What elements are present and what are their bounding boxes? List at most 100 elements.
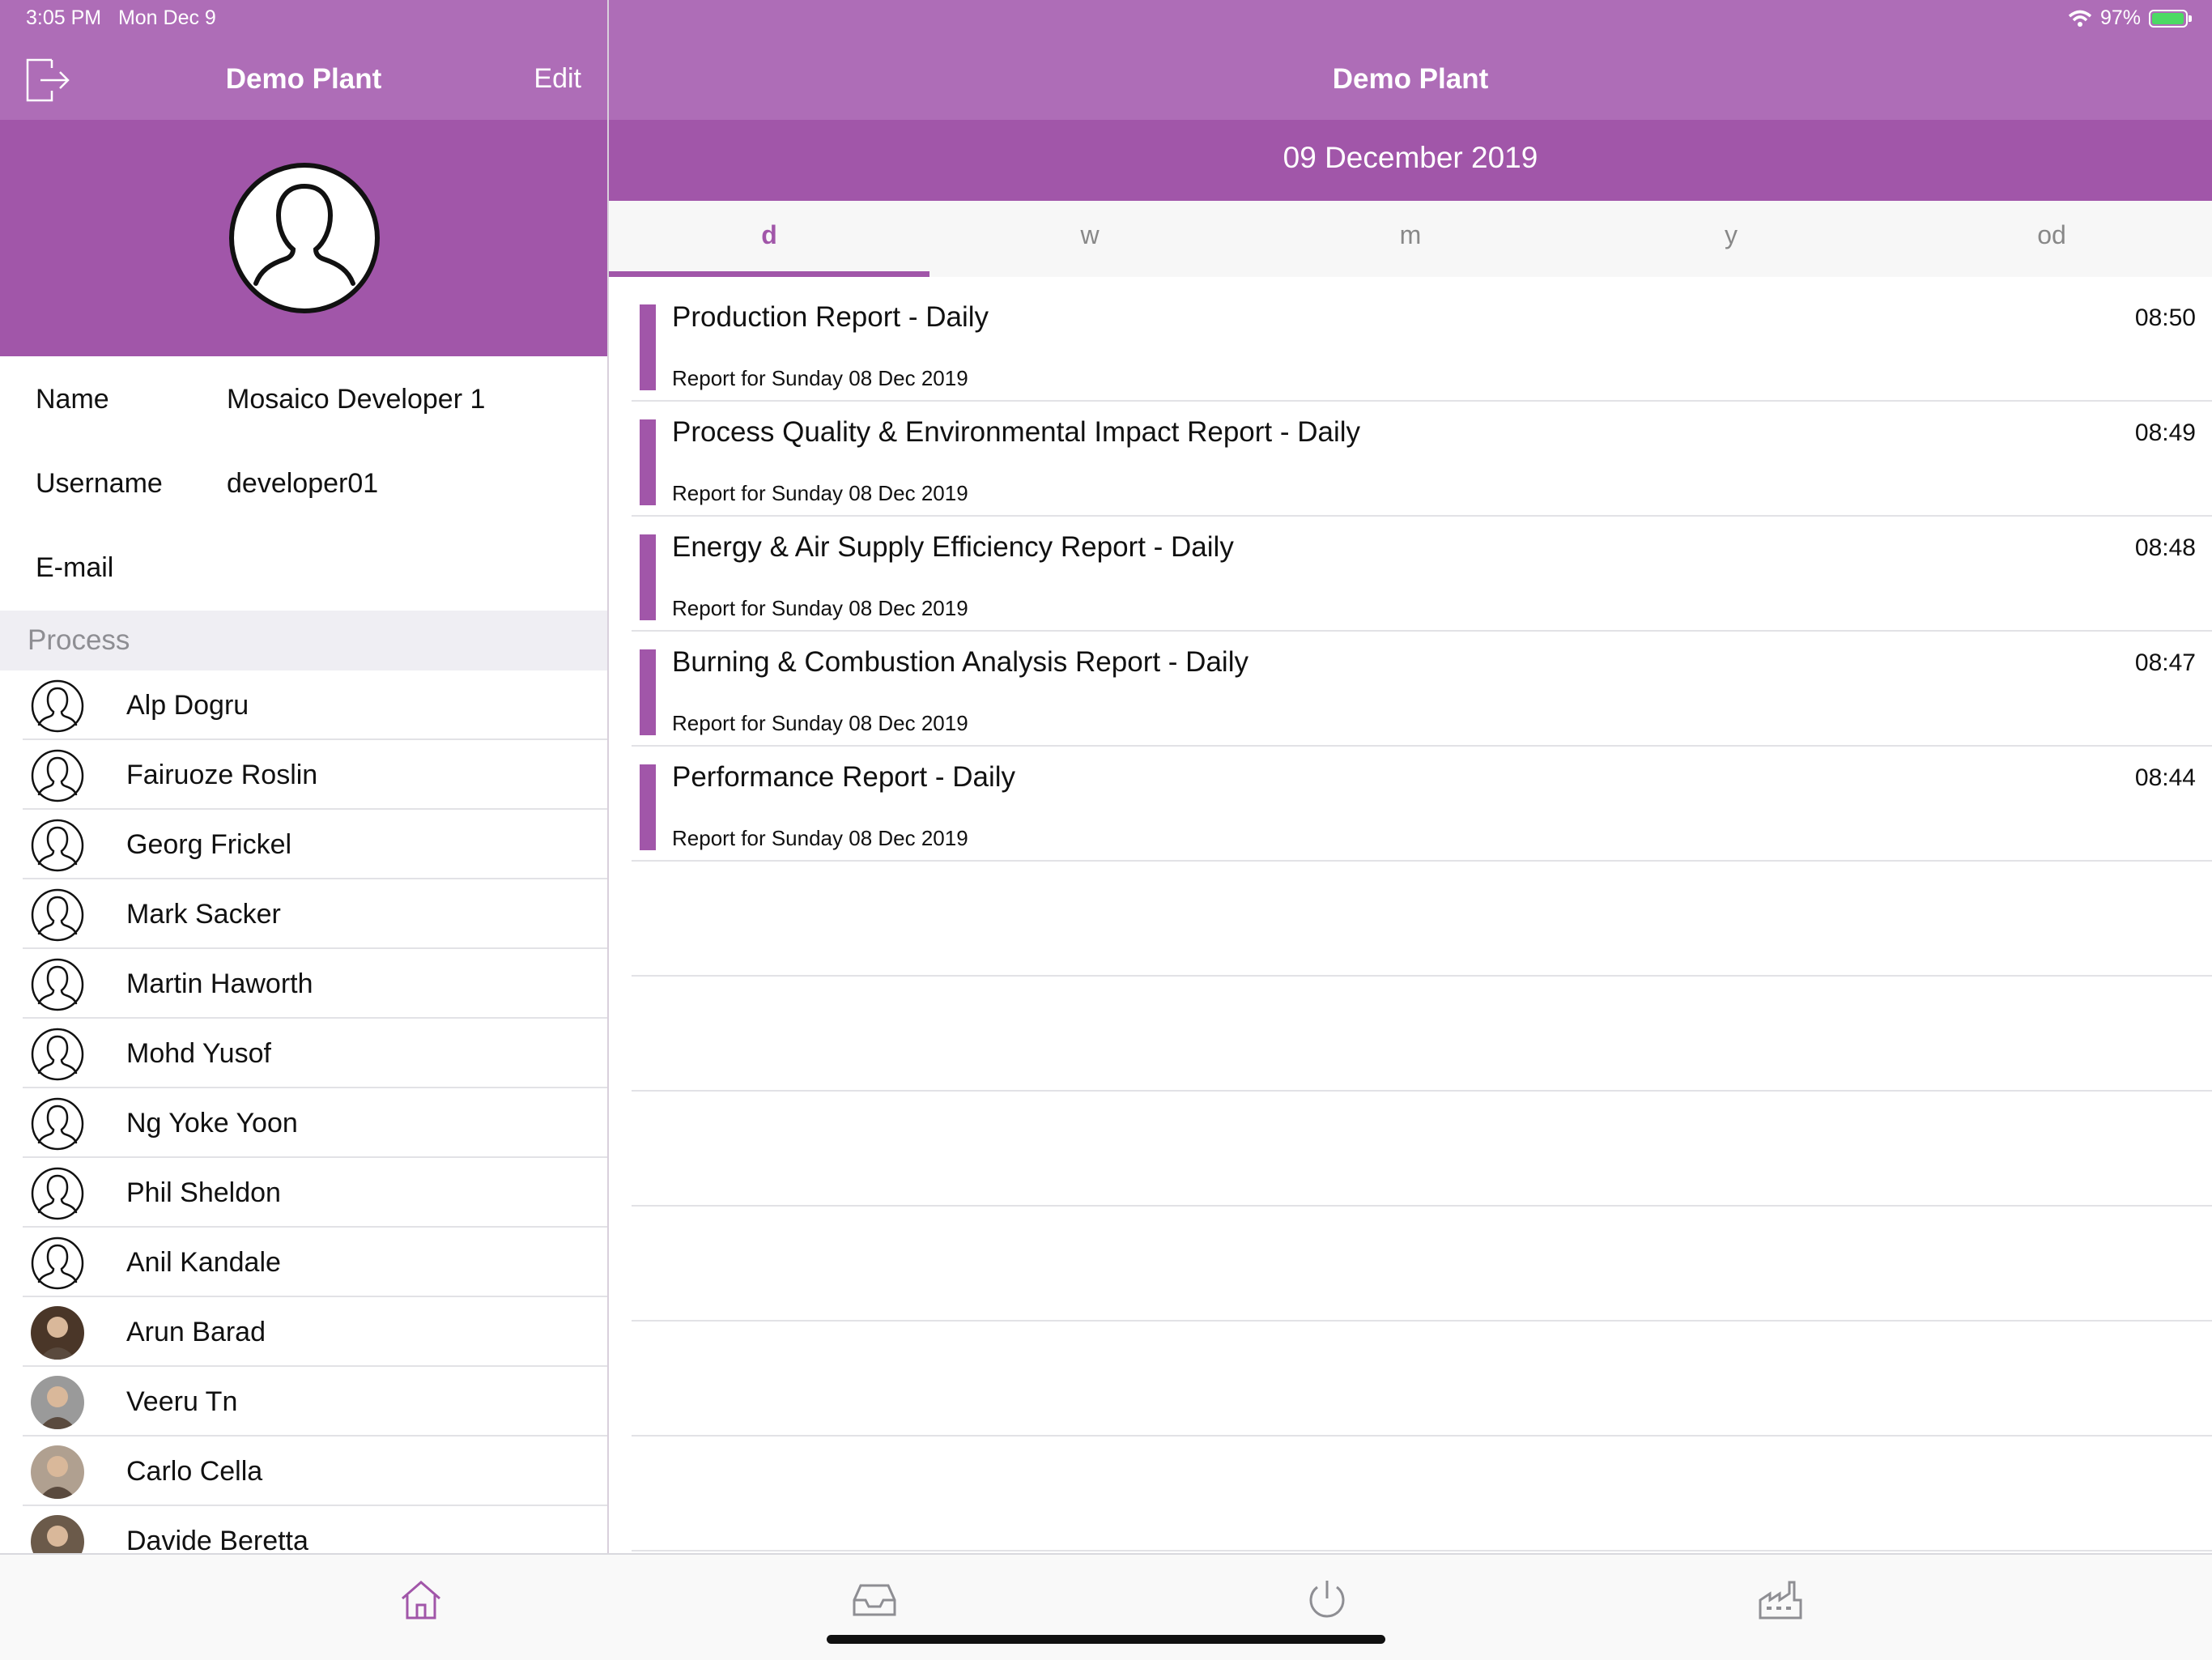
edit-button[interactable]: Edit <box>534 63 581 95</box>
wifi-icon <box>2068 10 2092 27</box>
person-row[interactable]: Mohd Yusof <box>0 1019 607 1088</box>
person-row[interactable]: Davide Beretta <box>0 1506 607 1553</box>
person-row[interactable]: Georg Frickel <box>0 810 607 879</box>
person-row[interactable]: Veeru Tn <box>0 1367 607 1437</box>
report-accent-bar <box>640 649 656 735</box>
person-name: Ng Yoke Yoon <box>126 1108 298 1139</box>
report-accent-bar <box>640 534 656 620</box>
empty-row <box>632 1092 2212 1207</box>
person-name: Veeru Tn <box>126 1386 238 1417</box>
factory-icon[interactable] <box>1757 1576 1804 1623</box>
current-date: 09 December 2019 <box>1283 141 1538 174</box>
report-row[interactable]: Energy & Air Supply Efficiency Report - … <box>632 517 2212 632</box>
person-row[interactable]: Fairuoze Roslin <box>0 740 607 810</box>
avatar-photo <box>31 1306 84 1360</box>
user-outline-icon <box>31 1097 84 1151</box>
name-label: Name <box>36 384 109 415</box>
tab-od[interactable]: od <box>1891 201 2212 277</box>
tab-d[interactable]: d <box>609 201 929 277</box>
person-row[interactable]: Carlo Cella <box>0 1437 607 1506</box>
person-row[interactable]: Ng Yoke Yoon <box>0 1088 607 1158</box>
section-title: Process <box>28 624 130 656</box>
user-outline-icon <box>31 679 84 733</box>
person-name: Georg Frickel <box>126 829 292 860</box>
email-label: E-mail <box>36 552 114 583</box>
user-outline-icon <box>31 958 84 1011</box>
user-outline-icon <box>31 888 84 942</box>
person-row[interactable]: Anil Kandale <box>0 1228 607 1297</box>
status-time: 3:05 PM Mon Dec 9 <box>26 6 216 29</box>
people-list: Alp Dogru Fairuoze Roslin Georg Frickel Mar… <box>0 670 607 1553</box>
user-outline-icon <box>31 1167 84 1220</box>
tab-m[interactable]: m <box>1250 201 1571 277</box>
battery-percent: 97% <box>2099 6 2141 29</box>
report-time: 08:50 <box>2134 304 2196 331</box>
status-bar: 3:05 PM Mon Dec 9 97% <box>0 0 2212 39</box>
person-row[interactable]: Alp Dogru <box>0 670 607 740</box>
report-row[interactable]: Production Report - Daily Report for Sund… <box>632 287 2212 402</box>
empty-row <box>632 977 2212 1092</box>
report-title: Performance Report - Daily <box>672 761 1016 793</box>
home-icon[interactable] <box>398 1576 445 1623</box>
person-name: Anil Kandale <box>126 1247 281 1278</box>
report-row[interactable]: Burning & Combustion Analysis Report - D… <box>632 632 2212 747</box>
inbox-icon[interactable] <box>851 1576 898 1623</box>
report-subtitle: Report for Sunday 08 Dec 2019 <box>672 711 968 735</box>
report-row[interactable]: Process Quality & Environmental Impact R… <box>632 402 2212 517</box>
report-time: 08:47 <box>2134 649 2196 676</box>
report-accent-bar <box>640 764 656 850</box>
empty-row <box>632 1207 2212 1322</box>
report-subtitle: Report for Sunday 08 Dec 2019 <box>672 596 968 620</box>
report-title: Process Quality & Environmental Impact R… <box>672 416 1361 448</box>
right-nav-bar: Demo Plant <box>609 39 2212 120</box>
person-name: Mohd Yusof <box>126 1038 271 1069</box>
tab-w[interactable]: w <box>929 201 1250 277</box>
report-time: 08:49 <box>2134 419 2196 446</box>
person-row[interactable]: Mark Sacker <box>0 879 607 949</box>
left-header-title: Demo Plant <box>225 63 382 95</box>
report-accent-bar <box>640 419 656 505</box>
user-outline-icon <box>31 819 84 872</box>
avatar-photo <box>31 1445 84 1499</box>
right-header-title: Demo Plant <box>1332 63 1489 95</box>
power-icon[interactable] <box>1304 1576 1351 1623</box>
empty-row <box>632 862 2212 977</box>
tab-bar <box>0 1553 2212 1660</box>
report-list: Production Report - Daily Report for Sund… <box>609 287 2212 1551</box>
person-name: Davide Beretta <box>126 1526 308 1553</box>
person-row[interactable]: Arun Barad <box>0 1297 607 1367</box>
left-nav-bar: Demo Plant Edit <box>0 39 607 120</box>
report-row[interactable]: Performance Report - Daily Report for Sun… <box>632 747 2212 862</box>
status-date: Mon Dec 9 <box>117 6 216 29</box>
battery-icon <box>2149 9 2192 28</box>
report-title: Energy & Air Supply Efficiency Report - … <box>672 531 1234 563</box>
report-time: 08:44 <box>2134 764 2196 791</box>
report-subtitle: Report for Sunday 08 Dec 2019 <box>672 826 968 850</box>
empty-row <box>632 1437 2212 1551</box>
person-name: Carlo Cella <box>126 1456 263 1487</box>
battery-level <box>2152 12 2184 24</box>
report-title: Burning & Combustion Analysis Report - D… <box>672 646 1249 678</box>
report-subtitle: Report for Sunday 08 Dec 2019 <box>672 481 968 505</box>
avatar-photo <box>31 1515 84 1553</box>
tab-y[interactable]: y <box>1571 201 1891 277</box>
status-right: 97% <box>2068 6 2192 30</box>
username-value: developer01 <box>227 468 379 499</box>
person-name: Fairuoze Roslin <box>126 760 318 790</box>
person-name: Arun Barad <box>126 1317 266 1347</box>
user-outline-icon <box>31 1236 84 1290</box>
person-row[interactable]: Phil Sheldon <box>0 1158 607 1228</box>
person-row[interactable]: Martin Haworth <box>0 949 607 1019</box>
empty-row <box>632 1322 2212 1437</box>
avatar-photo <box>31 1376 84 1429</box>
username-label: Username <box>36 468 163 499</box>
report-time: 08:48 <box>2134 534 2196 561</box>
report-title: Production Report - Daily <box>672 301 989 333</box>
user-silhouette-icon <box>229 163 380 313</box>
person-name: Phil Sheldon <box>126 1177 281 1208</box>
report-accent-bar <box>640 304 656 390</box>
person-name: Mark Sacker <box>126 899 281 930</box>
user-outline-icon <box>31 749 84 802</box>
name-value: Mosaico Developer 1 <box>227 384 486 415</box>
user-outline-icon <box>31 1028 84 1081</box>
